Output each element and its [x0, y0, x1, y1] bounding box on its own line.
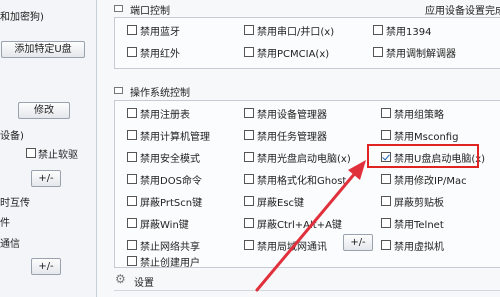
annotation-arrow [255, 160, 366, 292]
